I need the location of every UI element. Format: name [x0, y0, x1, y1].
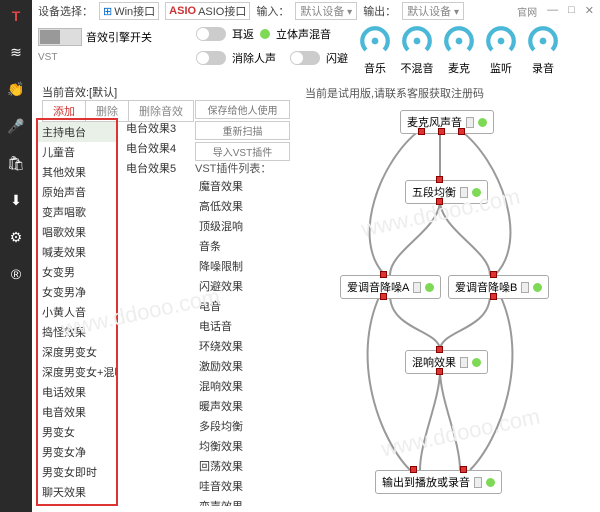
- vst-item[interactable]: 环绕效果: [195, 336, 275, 356]
- preset-list-2[interactable]: 电台效果3电台效果4电台效果5: [122, 118, 190, 178]
- vst-item[interactable]: 高低效果: [195, 196, 275, 216]
- node-reverb[interactable]: 混响效果: [405, 350, 488, 374]
- trial-notice: 当前是试用版,请联系客服获取注册码: [305, 85, 484, 101]
- dodge-toggle[interactable]: [290, 51, 320, 65]
- official-site-link[interactable]: 官网: [517, 4, 537, 19]
- btn-save-others[interactable]: 保存给他人使用: [195, 100, 290, 119]
- preset-item[interactable]: 电台效果4: [122, 138, 190, 158]
- preset-item[interactable]: 男变女净: [38, 442, 116, 462]
- device-label: 设备选择：: [38, 3, 93, 19]
- status-dot: [260, 29, 270, 39]
- gear-icon[interactable]: ⚙: [10, 229, 23, 246]
- denoise-toggle[interactable]: [196, 51, 226, 65]
- vst-item[interactable]: 魔音效果: [195, 176, 275, 196]
- vst-item[interactable]: 回荡效果: [195, 456, 275, 476]
- current-effect: 当前音效:[默认]: [42, 84, 117, 100]
- preset-item[interactable]: 酒吧效果: [38, 502, 116, 506]
- output-device-select[interactable]: 默认设备 ▾: [402, 2, 464, 20]
- vst-item[interactable]: 闪避效果: [195, 276, 275, 296]
- preset-item[interactable]: 男变女即时: [38, 462, 116, 482]
- earback-label: 耳返: [232, 26, 254, 42]
- mic-icon[interactable]: 🎤: [7, 118, 24, 135]
- vst-label: VST: [38, 52, 186, 63]
- node-output[interactable]: 输出到播放或录音: [375, 470, 502, 494]
- vst-list-header: VST插件列表：: [195, 160, 271, 176]
- btn-import-vst[interactable]: 导入VST插件: [195, 142, 290, 161]
- output-label: 输出：: [363, 3, 396, 19]
- vst-item[interactable]: 变声效果: [195, 496, 275, 506]
- earback-toggle[interactable]: [196, 27, 226, 41]
- node-eq[interactable]: 五段均衡: [405, 180, 488, 204]
- preset-item[interactable]: 变声唱歌: [38, 202, 116, 222]
- maximize-icon[interactable]: □: [568, 4, 575, 19]
- denoise-label: 消除人声: [232, 50, 276, 66]
- node-graph[interactable]: 麦克风声音 五段均衡 爱调音降噪A 爱调音降噪B 混响效果 输出到播放或录音: [290, 100, 596, 508]
- node-nra[interactable]: 爱调音降噪A: [340, 275, 441, 299]
- preset-item[interactable]: 原始声音: [38, 182, 116, 202]
- knob-不混音[interactable]: 不混音: [400, 24, 434, 76]
- top-bar: 设备选择： ⊞Win接口 ASIOASIO接口 输入： 默认设备 ▾ 输出： 默…: [32, 0, 600, 22]
- input-device-select[interactable]: 默认设备 ▾: [295, 2, 357, 20]
- registered-icon[interactable]: ®: [11, 266, 21, 282]
- preset-item[interactable]: 电台效果5: [122, 158, 190, 178]
- vst-item[interactable]: 暖声效果: [195, 396, 275, 416]
- preset-item[interactable]: 电话效果: [38, 382, 116, 402]
- preset-item[interactable]: 女变男净: [38, 282, 116, 302]
- vst-item[interactable]: 哇音效果: [195, 476, 275, 496]
- graph-edges: [290, 100, 596, 508]
- knob-音乐[interactable]: 音乐: [358, 24, 392, 76]
- preset-item[interactable]: 电音效果: [38, 402, 116, 422]
- left-sidebar: T ≋ 👏 🎤 🛍 ⬇ ⚙ ®: [0, 0, 32, 512]
- input-label: 输入：: [256, 3, 289, 19]
- node-nrb[interactable]: 爱调音降噪B: [448, 275, 549, 299]
- preset-item[interactable]: 喊麦效果: [38, 242, 116, 262]
- vst-item[interactable]: 激励效果: [195, 356, 275, 376]
- app-logo: T: [12, 8, 21, 24]
- preset-item[interactable]: 唱歌效果: [38, 222, 116, 242]
- asio-interface-button[interactable]: ASIOASIO接口: [165, 2, 250, 20]
- preset-item[interactable]: 女变男: [38, 262, 116, 282]
- preset-item[interactable]: 捣怪效果: [38, 322, 116, 342]
- vst-item[interactable]: 均衡效果: [195, 436, 275, 456]
- vst-item[interactable]: 降噪限制: [195, 256, 275, 276]
- btn-rescan[interactable]: 重新扫描: [195, 121, 290, 140]
- vst-list[interactable]: 魔音效果高低效果顶级混响音条降噪限制闪避效果电音电话音环绕效果激励效果混响效果暖…: [195, 176, 275, 506]
- vst-item[interactable]: 电音: [195, 296, 275, 316]
- vst-item[interactable]: 电话音: [195, 316, 275, 336]
- knob-监听[interactable]: 监听: [484, 24, 518, 76]
- vst-item[interactable]: 多段均衡: [195, 416, 275, 436]
- preset-item[interactable]: 聊天效果: [38, 482, 116, 502]
- action-buttons: 高清音质 保存给他人使用 重新扫描 导入VST插件: [195, 100, 290, 161]
- preset-item[interactable]: 深度男变女: [38, 342, 116, 362]
- preset-item[interactable]: 主持电台: [38, 122, 116, 142]
- vst-item[interactable]: 混响效果: [195, 376, 275, 396]
- preset-item[interactable]: 小黄人音: [38, 302, 116, 322]
- hand-icon[interactable]: 👏: [7, 81, 24, 98]
- preset-item[interactable]: 男变女: [38, 422, 116, 442]
- node-mic[interactable]: 麦克风声音: [400, 110, 494, 134]
- knob-录音[interactable]: 录音: [526, 24, 560, 76]
- stereo-label: 立体声混音: [276, 26, 331, 42]
- engine-label: 音效引擎开关: [86, 29, 152, 45]
- preset-item[interactable]: 深度男变女+混响: [38, 362, 116, 382]
- wave-icon[interactable]: ≋: [10, 44, 22, 61]
- knob-麦克[interactable]: 麦克: [442, 24, 476, 76]
- vst-item[interactable]: 音条: [195, 236, 275, 256]
- close-icon[interactable]: ✕: [585, 4, 594, 19]
- engine-switch[interactable]: [38, 28, 82, 46]
- dodge-label: 闪避: [326, 50, 348, 66]
- preset-item[interactable]: 电台效果3: [122, 118, 190, 138]
- vst-item[interactable]: 顶级混响: [195, 216, 275, 236]
- preset-list[interactable]: 主持电台儿童音其他效果原始声音变声唱歌唱歌效果喊麦效果女变男女变男净小黄人音捣怪…: [36, 118, 118, 506]
- bag-icon[interactable]: 🛍: [7, 155, 25, 172]
- knob-row: 音乐不混音麦克监听录音: [352, 22, 600, 82]
- preset-item[interactable]: 儿童音: [38, 142, 116, 162]
- download-icon[interactable]: ⬇: [10, 192, 22, 209]
- minimize-icon[interactable]: —: [547, 4, 558, 19]
- win-interface-button[interactable]: ⊞Win接口: [99, 2, 159, 20]
- preset-item[interactable]: 其他效果: [38, 162, 116, 182]
